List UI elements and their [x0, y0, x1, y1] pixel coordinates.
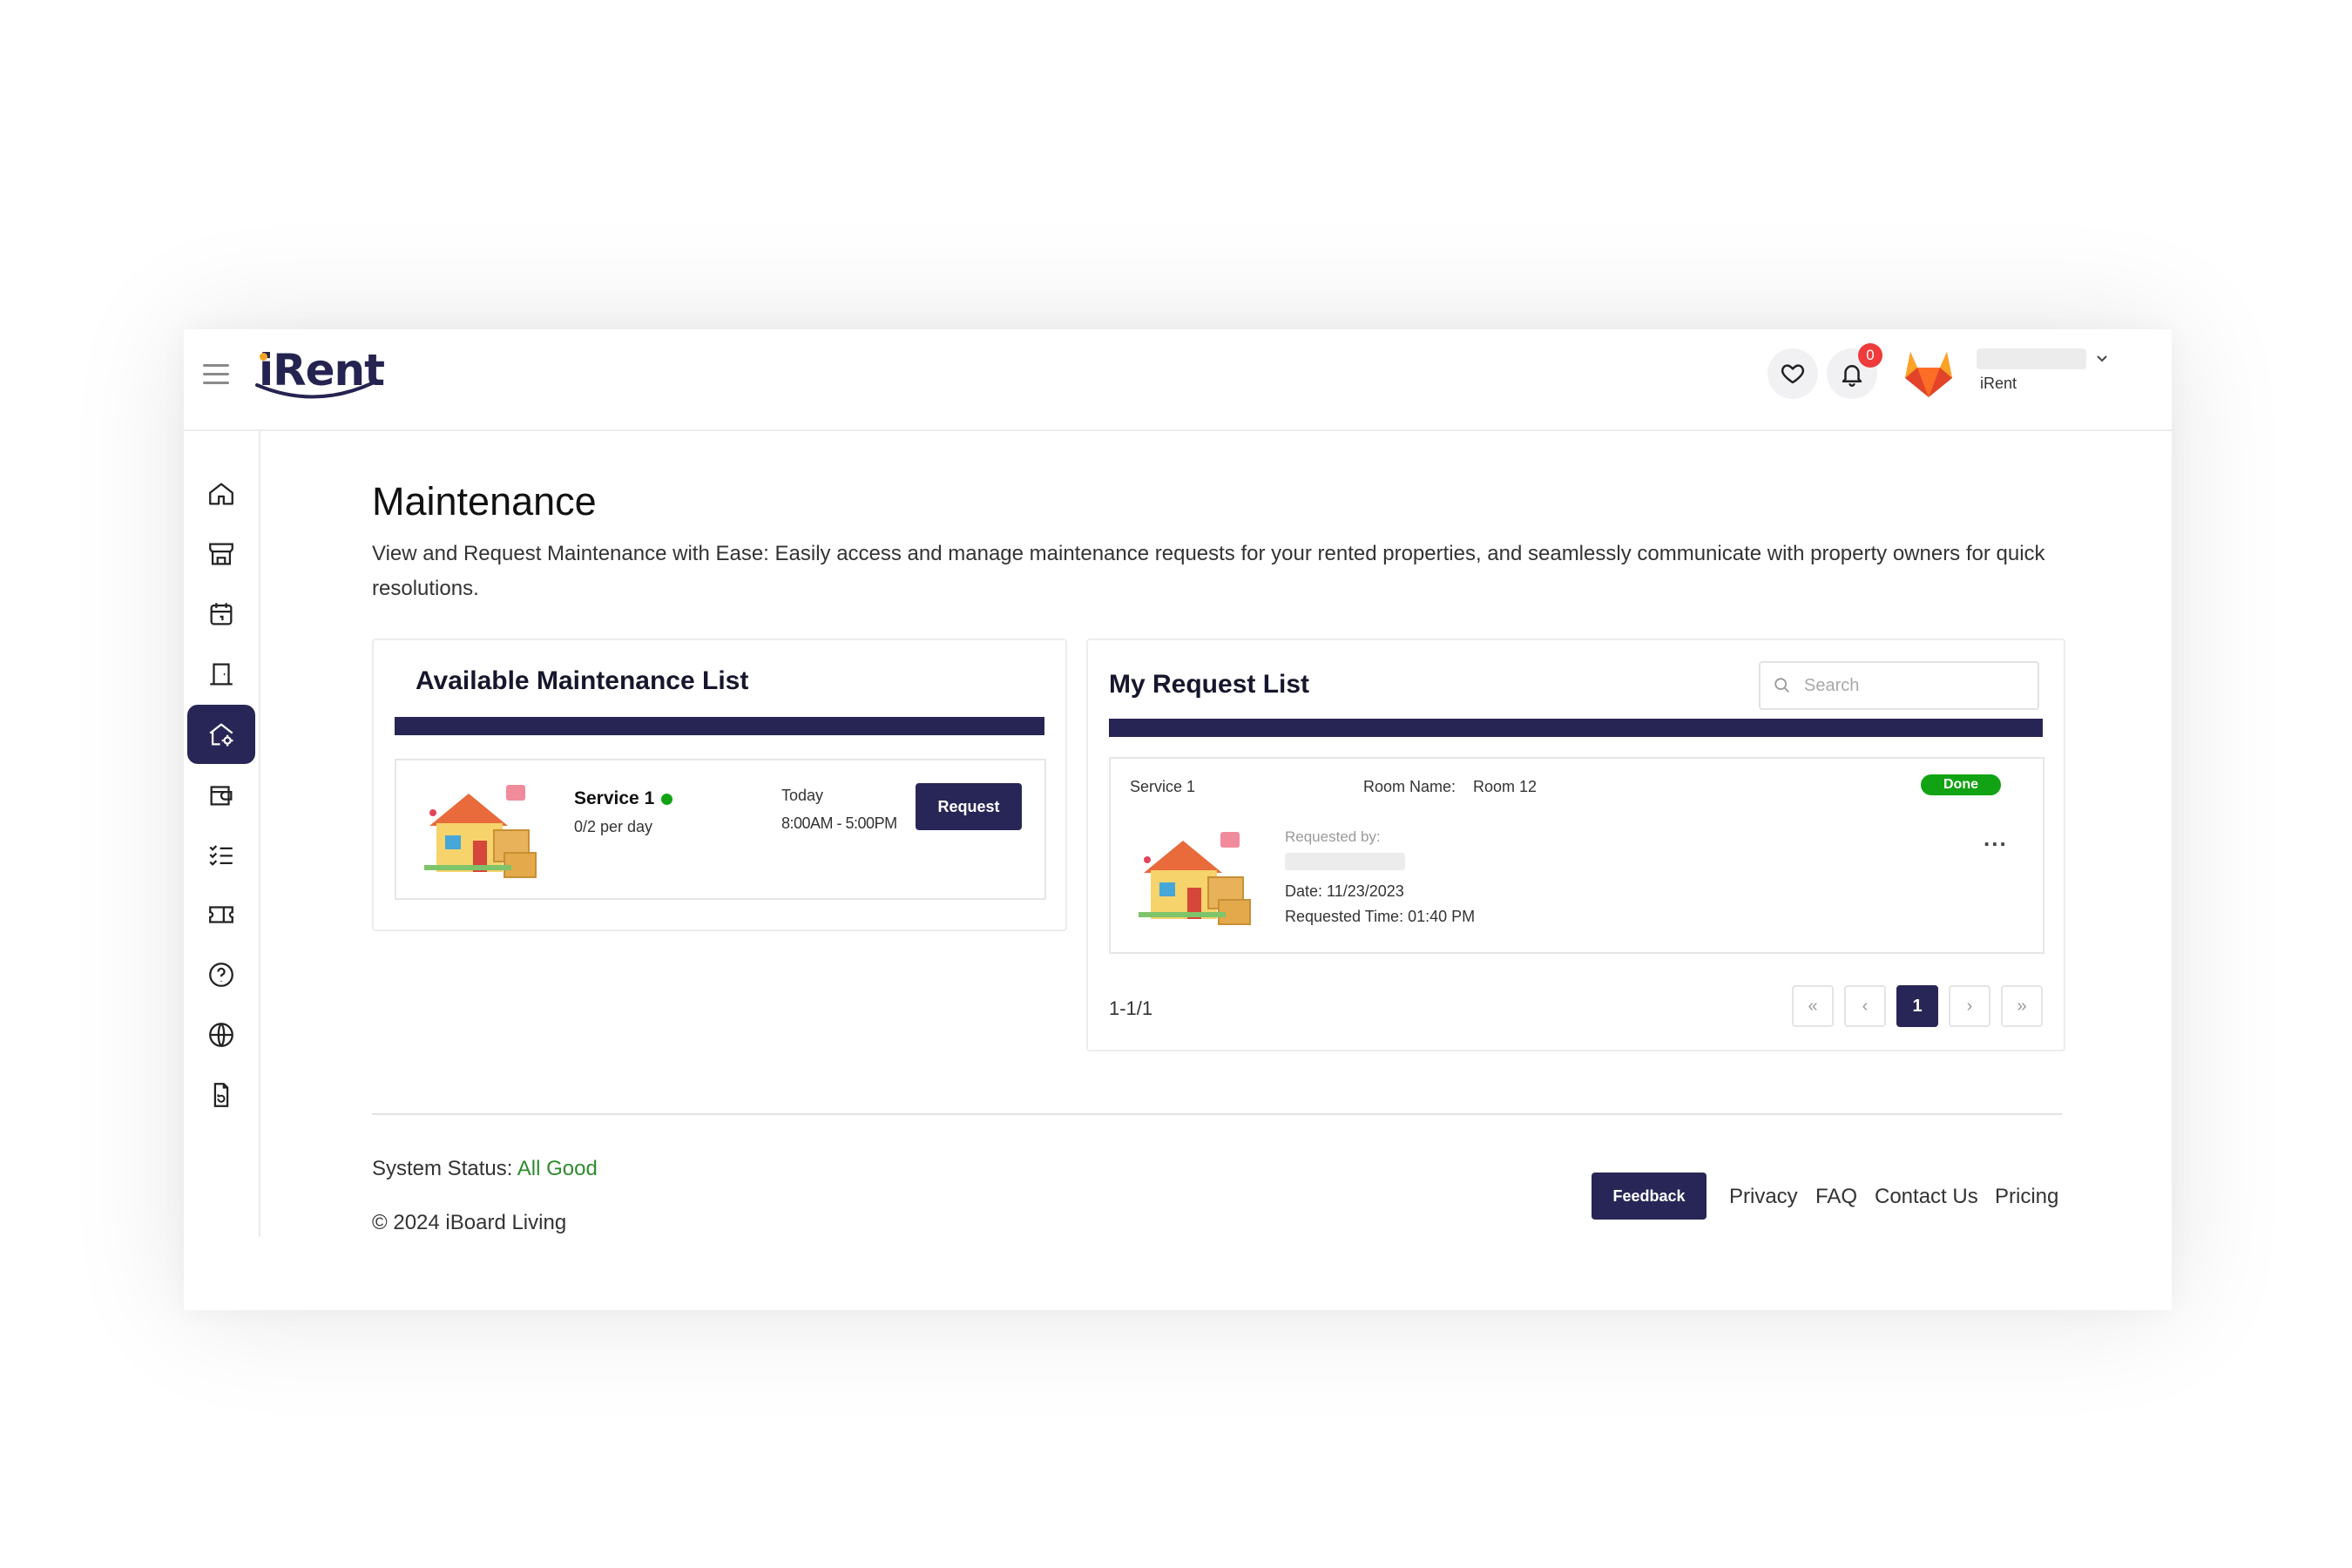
search-box[interactable]	[1759, 661, 2039, 710]
system-status-value: All Good	[517, 1157, 598, 1180]
sidebar-item-home[interactable]	[187, 464, 255, 524]
house-illustration	[1139, 832, 1251, 925]
notifications-button[interactable]: 0	[1827, 343, 1882, 399]
request-item[interactable]: Service 1 Room Name: Room 12 Done Reques…	[1109, 757, 2044, 954]
document-refresh-icon	[213, 1083, 229, 1107]
available-maintenance-title: Available Maintenance List	[416, 666, 749, 695]
globe-icon	[209, 1023, 233, 1047]
first-page-button[interactable]: «	[1792, 985, 1834, 1027]
footer-link-contact[interactable]: Contact Us	[1875, 1185, 1978, 1209]
availability-dot	[661, 793, 673, 805]
ticket-icon	[209, 906, 233, 923]
requested-by-label: Requested by:	[1285, 828, 1381, 845]
home-settings-icon	[209, 723, 233, 747]
username-subtitle: iRent	[1980, 375, 2017, 392]
app-logo[interactable]: iRent	[253, 341, 385, 402]
sidebar-item-documents[interactable]	[187, 1065, 255, 1125]
sidebar-item-help[interactable]	[187, 945, 255, 1004]
door-icon	[210, 663, 233, 686]
help-icon	[209, 963, 233, 987]
menu-icon[interactable]	[203, 361, 229, 387]
my-request-card: My Request List Service 1 Room Name: Roo…	[1086, 639, 2065, 1051]
favorites-button[interactable]	[1767, 348, 1818, 399]
last-page-button[interactable]: »	[2001, 985, 2043, 1027]
calendar-icon	[210, 603, 233, 625]
service-name-row: Service 1	[574, 788, 673, 809]
footer-divider	[372, 1113, 2062, 1115]
requester-placeholder	[1285, 853, 1405, 870]
notification-badge: 0	[1858, 343, 1882, 368]
request-button[interactable]: Request	[916, 783, 1022, 830]
system-status: System Status: All Good	[372, 1157, 598, 1181]
sidebar-item-store[interactable]	[187, 524, 255, 584]
footer-link-privacy[interactable]: Privacy	[1729, 1185, 1798, 1209]
wallet-icon	[210, 786, 233, 806]
logo-dot	[260, 353, 267, 361]
available-maintenance-card: Available Maintenance List Service 1 0/2…	[372, 639, 1067, 931]
sidebar-item-maintenance[interactable]	[187, 705, 255, 764]
copyright: © 2024 iBoard Living	[372, 1211, 567, 1234]
request-service: Service 1	[1130, 778, 1196, 795]
chevron-down-icon[interactable]	[2095, 352, 2109, 366]
status-badge: Done	[1921, 774, 2001, 795]
house-illustration	[424, 785, 537, 878]
sidebar-item-tickets[interactable]	[187, 885, 255, 944]
system-status-label: System Status:	[372, 1157, 513, 1180]
request-time: Requested Time: 01:40 PM	[1285, 908, 1476, 925]
sidebar-item-wallet[interactable]	[187, 765, 255, 824]
service-name: Service 1	[574, 788, 655, 808]
store-icon	[209, 543, 233, 565]
room-label: Room Name:	[1363, 778, 1456, 795]
bell-icon	[1842, 365, 1862, 387]
sidebar-item-tasks[interactable]	[187, 825, 255, 884]
section-divider	[395, 717, 1044, 735]
more-options-icon[interactable]: ...	[1984, 825, 2008, 852]
feedback-button[interactable]: Feedback	[1592, 1173, 1707, 1220]
checklist-icon	[209, 845, 233, 866]
sidebar-item-calendar[interactable]	[187, 585, 255, 644]
footer-link-faq[interactable]: FAQ	[1815, 1185, 1857, 1209]
next-page-button[interactable]: ›	[1949, 985, 1990, 1027]
search-icon	[1774, 678, 1789, 693]
page-description: View and Request Maintenance with Ease: …	[372, 542, 2045, 600]
logo-swoosh	[255, 382, 374, 399]
user-avatar[interactable]	[1900, 343, 1957, 401]
service-day: Today	[781, 787, 824, 804]
request-date: Date: 11/23/2023	[1285, 882, 1404, 900]
footer-link-pricing[interactable]: Pricing	[1995, 1185, 2058, 1209]
app-window: iRent 0 iRent Maintenance View and Reque…	[184, 329, 2172, 1310]
sidebar	[184, 431, 260, 1237]
heart-icon	[1781, 364, 1805, 384]
sidebar-item-rooms[interactable]	[187, 645, 255, 704]
search-input[interactable]	[1802, 674, 2015, 697]
prev-page-button[interactable]: ‹	[1844, 985, 1886, 1027]
pagination-range: 1-1/1	[1109, 997, 1153, 1019]
maintenance-item: Service 1 0/2 per day Today 8:00AM - 5:0…	[395, 759, 1046, 900]
username-placeholder	[1977, 348, 2086, 369]
page-1-button[interactable]: 1	[1896, 985, 1938, 1027]
home-icon	[209, 483, 233, 505]
top-bar: iRent 0 iRent	[184, 329, 2172, 431]
section-divider	[1109, 719, 2043, 737]
service-quota: 0/2 per day	[574, 818, 653, 835]
pagination: « ‹ 1 › »	[1792, 985, 2044, 1027]
sidebar-item-language[interactable]	[187, 1005, 255, 1064]
service-hours: 8:00AM - 5:00PM	[781, 814, 897, 832]
my-request-title: My Request List	[1109, 670, 1310, 699]
page-title: Maintenance	[372, 479, 597, 524]
room-value: Room 12	[1473, 778, 1538, 795]
